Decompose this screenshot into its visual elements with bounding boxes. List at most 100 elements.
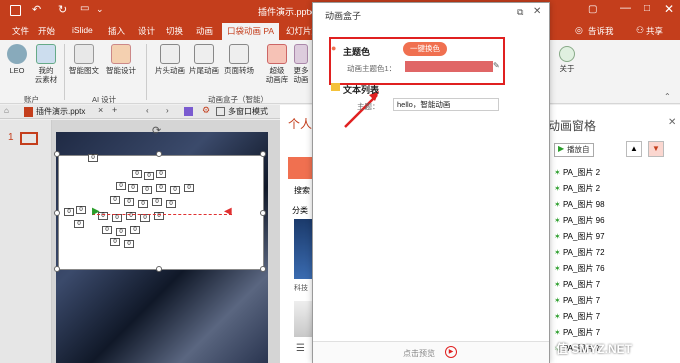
restore-icon[interactable]: ▢ bbox=[588, 4, 597, 15]
tech-label: 科技 bbox=[294, 285, 308, 292]
selection-handle[interactable] bbox=[260, 266, 266, 272]
maximize-icon[interactable]: □ bbox=[644, 3, 650, 14]
close-icon[interactable]: ✕ bbox=[664, 2, 674, 16]
account-avatar-icon bbox=[7, 44, 27, 64]
smart-design-label: 智能设计 bbox=[106, 66, 136, 75]
collapse-ribbon-icon[interactable]: ⌃ bbox=[664, 92, 671, 101]
animation-marker: 0 bbox=[124, 240, 134, 248]
save-icon[interactable] bbox=[10, 5, 21, 16]
selection-handle[interactable] bbox=[260, 210, 266, 216]
template-thumbnail[interactable] bbox=[294, 301, 312, 337]
about-button[interactable]: 关于 bbox=[552, 46, 582, 73]
smart-graphic-icon bbox=[74, 44, 94, 64]
list-item[interactable]: ✶ PA_图片 7 bbox=[554, 295, 670, 310]
slide-editing-area: ⟳ 0 0 0 0 0 0 0 0 0 0 0 0 0 0 0 0 0 0 0 … bbox=[52, 120, 280, 363]
tab-file[interactable]: 文件 bbox=[12, 25, 29, 37]
islide-logo-icon bbox=[184, 107, 193, 116]
text-theme-input[interactable]: hello，智能动画 bbox=[393, 98, 499, 111]
selection-handle[interactable] bbox=[156, 266, 162, 272]
list-item[interactable]: ✶ PA_图片 96 bbox=[554, 215, 670, 230]
settings-icon[interactable]: ⚙ bbox=[202, 105, 210, 116]
theme-color-swatch[interactable] bbox=[405, 61, 493, 72]
super-animation-library-button[interactable]: 超级 动画库 bbox=[264, 44, 290, 84]
smart-design-button[interactable]: 智能设计 bbox=[104, 44, 138, 75]
list-item[interactable]: ✶ PA_图片 97 bbox=[554, 231, 670, 246]
list-item[interactable]: ✶ PA_图片 7 bbox=[554, 311, 670, 326]
new-tab-icon[interactable]: + bbox=[112, 105, 117, 115]
page-transition-button[interactable]: 页面转场 bbox=[222, 44, 256, 75]
outro-animation-label: 片尾动画 bbox=[189, 66, 219, 75]
tab-insert[interactable]: 插入 bbox=[108, 25, 125, 37]
tab-right-arrow-icon[interactable]: › bbox=[166, 106, 169, 115]
selection-handle[interactable] bbox=[54, 151, 60, 157]
selection-handle[interactable] bbox=[54, 210, 60, 216]
animation-marker: 0 bbox=[124, 198, 134, 206]
text-theme-label: 主题： bbox=[357, 102, 380, 111]
animation-marker: 0 bbox=[142, 186, 152, 194]
list-item[interactable]: ✶ PA_图片 2 bbox=[554, 167, 670, 182]
list-item[interactable]: ✶ PA_图片 98 bbox=[554, 199, 670, 214]
move-down-button[interactable]: ▼ bbox=[648, 141, 664, 157]
slide-thumbnail[interactable] bbox=[20, 132, 38, 145]
dialog-popout-icon[interactable]: ⧉ bbox=[517, 7, 523, 18]
more-animation-button[interactable]: 更多 动画 bbox=[290, 44, 312, 84]
preview-play-button[interactable]: ▶ bbox=[445, 346, 457, 358]
group-divider bbox=[64, 44, 65, 100]
selection-handle[interactable] bbox=[54, 266, 60, 272]
tab-islide[interactable]: iSlide bbox=[72, 25, 93, 35]
animation-marker: 0 bbox=[152, 198, 162, 206]
about-label: 关于 bbox=[559, 64, 575, 73]
dialog-footer: 点击预览 ▶ bbox=[313, 341, 549, 363]
list-item[interactable]: ✶ PA_图片 2 bbox=[554, 183, 670, 198]
redo-icon[interactable]: ↻ bbox=[58, 3, 67, 16]
tab-animations[interactable]: 动画 bbox=[196, 25, 213, 37]
one-click-recolor-button[interactable]: 一键换色 bbox=[403, 42, 447, 56]
animation-marker: 0 bbox=[110, 238, 120, 246]
selection-handle[interactable] bbox=[156, 151, 162, 157]
document-tab[interactable]: 插件演示.pptx bbox=[36, 106, 85, 117]
animation-marker: 0 bbox=[112, 214, 122, 222]
intro-animation-button[interactable]: 片头动画 bbox=[154, 44, 186, 75]
home-icon[interactable]: ⌂ bbox=[4, 106, 9, 115]
outro-animation-button[interactable]: 片尾动画 bbox=[188, 44, 220, 75]
smart-graphic-button[interactable]: 智能图文 bbox=[68, 44, 100, 75]
animation-marker: 0 bbox=[76, 206, 86, 214]
document-tab-close-icon[interactable]: × bbox=[98, 105, 103, 115]
share-button[interactable]: 共享 bbox=[646, 25, 663, 37]
intro-animation-icon bbox=[160, 44, 180, 64]
quick-access-dropdown-icon[interactable]: ⌄ bbox=[96, 4, 104, 15]
tab-design[interactable]: 设计 bbox=[138, 25, 155, 37]
cloud-icon bbox=[36, 44, 56, 64]
animation-library-icon bbox=[267, 44, 287, 64]
tab-home[interactable]: 开始 bbox=[38, 25, 55, 37]
present-icon[interactable]: ▭ bbox=[80, 3, 89, 14]
leo-account-button[interactable]: LEO bbox=[4, 44, 30, 75]
cloud-assets-button[interactable]: 我的 云素材 bbox=[32, 44, 60, 84]
list-item[interactable]: ✶ PA_图片 7 bbox=[554, 279, 670, 294]
section-theme-color: 主题色 bbox=[343, 47, 371, 57]
tab-pocket-animation[interactable]: 口袋动画 PA bbox=[222, 23, 280, 40]
rotate-handle-icon[interactable]: ⟳ bbox=[152, 124, 161, 137]
tab-transitions[interactable]: 切换 bbox=[166, 25, 183, 37]
minimize-icon[interactable]: — bbox=[620, 2, 631, 14]
tell-me-search[interactable]: 告诉我 bbox=[588, 25, 614, 37]
orange-tab[interactable] bbox=[288, 157, 314, 179]
tab-left-arrow-icon[interactable]: ‹ bbox=[146, 106, 149, 115]
multi-window-mode-button[interactable]: 多窗口模式 bbox=[228, 106, 268, 117]
color-picker-icon[interactable]: ✎ bbox=[493, 61, 500, 70]
motion-path-line bbox=[92, 214, 232, 215]
slide-thumbnail-pane: 1 bbox=[0, 120, 52, 363]
move-up-button[interactable]: ▲ bbox=[626, 141, 642, 157]
group-divider bbox=[146, 44, 147, 100]
more-menu-icon[interactable]: ☰ bbox=[296, 343, 305, 354]
play-icon: ▶ bbox=[558, 144, 565, 153]
list-item[interactable]: ✶ PA_图片 72 bbox=[554, 247, 670, 262]
selection-handle[interactable] bbox=[260, 151, 266, 157]
dialog-close-icon[interactable]: ✕ bbox=[533, 6, 541, 17]
animation-pane-close-icon[interactable]: ✕ bbox=[668, 117, 676, 128]
template-thumbnail[interactable] bbox=[294, 219, 312, 279]
list-item[interactable]: ✶ PA_图片 76 bbox=[554, 263, 670, 278]
animation-list: ✶ PA_图片 2 ✶ PA_图片 2 ✶ PA_图片 98 ✶ PA_图片 9… bbox=[554, 167, 674, 357]
undo-icon[interactable]: ↶ bbox=[32, 3, 41, 16]
intro-animation-label: 片头动画 bbox=[155, 66, 185, 75]
